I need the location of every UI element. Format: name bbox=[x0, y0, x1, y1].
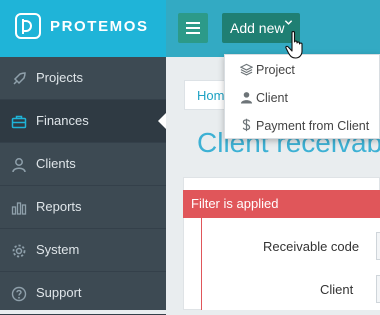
hamburger-menu-button[interactable] bbox=[178, 13, 208, 43]
dropdown-item-label: Payment from Client bbox=[256, 119, 370, 133]
receivable-code-input[interactable] bbox=[376, 232, 380, 260]
sidebar-item-label: Clients bbox=[36, 156, 76, 171]
add-new-dropdown: Project Client Payment from Client bbox=[224, 54, 380, 139]
hand-cursor-icon bbox=[285, 31, 303, 59]
sidebar-item-system[interactable]: System bbox=[0, 229, 166, 272]
briefcase-icon bbox=[10, 113, 27, 130]
filter-header[interactable]: Filter is applied bbox=[183, 190, 380, 218]
logo[interactable]: PROTEMOS bbox=[0, 0, 166, 57]
receivable-code-label: Receivable code bbox=[263, 239, 360, 254]
breadcrumb-home-link[interactable]: Hom bbox=[197, 88, 224, 103]
filter-header-label: Filter is applied bbox=[191, 196, 279, 211]
sidebar-item-reports[interactable]: Reports bbox=[0, 186, 166, 229]
dollar-icon bbox=[239, 118, 253, 132]
dropdown-item-payment-from-client[interactable]: Payment from Client bbox=[225, 114, 380, 138]
sidebar-item-projects[interactable]: Projects bbox=[0, 57, 166, 100]
dropdown-item-project[interactable]: Project bbox=[225, 58, 380, 82]
hamburger-line bbox=[186, 32, 200, 34]
protemos-logo-icon bbox=[15, 13, 41, 39]
question-icon bbox=[10, 285, 27, 302]
add-new-label: Add new bbox=[230, 20, 285, 36]
client-label: Client bbox=[320, 282, 354, 297]
sidebar-item-label: Finances bbox=[36, 113, 89, 128]
sidebar-item-label: Support bbox=[36, 285, 82, 300]
gear-icon bbox=[10, 242, 27, 259]
hamburger-line bbox=[186, 22, 200, 24]
dropdown-item-client[interactable]: Client bbox=[225, 86, 380, 110]
sidebar-item-finances[interactable]: Finances bbox=[0, 100, 166, 143]
bar-chart-icon bbox=[10, 199, 27, 216]
user-icon bbox=[239, 90, 253, 104]
rocket-icon bbox=[10, 70, 27, 87]
sidebar-item-label: System bbox=[36, 242, 80, 257]
sidebar-item-label: Reports bbox=[36, 199, 82, 214]
sidebar-nav: Projects Finances Clients Reports System bbox=[0, 57, 166, 315]
layers-icon bbox=[239, 62, 253, 76]
sidebar-item-clients[interactable]: Clients bbox=[0, 143, 166, 186]
sidebar: PROTEMOS Projects Finances Clients Repor… bbox=[0, 0, 166, 315]
logo-text: PROTEMOS bbox=[50, 18, 149, 35]
chevron-down-icon bbox=[284, 18, 293, 30]
hamburger-line bbox=[186, 27, 200, 29]
person-icon bbox=[10, 156, 27, 173]
client-input[interactable] bbox=[376, 275, 380, 303]
sidebar-item-support[interactable]: Support bbox=[0, 272, 166, 315]
sidebar-item-label: Projects bbox=[36, 70, 83, 85]
dropdown-item-label: Client bbox=[256, 91, 288, 105]
dropdown-item-label: Project bbox=[256, 63, 295, 77]
